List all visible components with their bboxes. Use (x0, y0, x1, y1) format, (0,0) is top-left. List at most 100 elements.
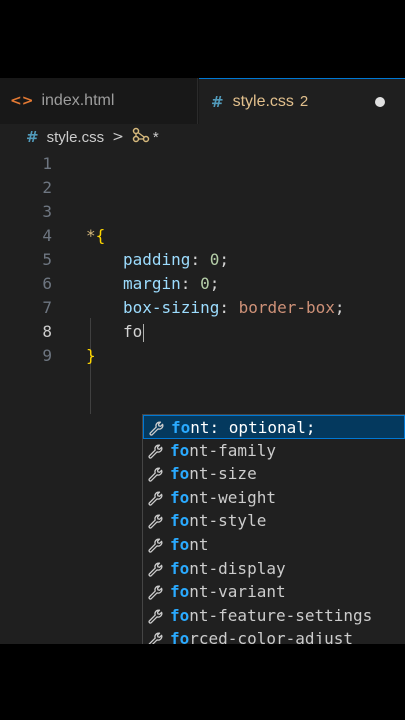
suggestion-rest: nt-family (189, 440, 276, 460)
suggestion-match: fo (170, 629, 190, 644)
suggestion-label: font-family (170, 439, 276, 463)
tab-bar: <> index.html # style.css 2 (0, 78, 405, 124)
code-line-current: 8 fo (0, 320, 405, 344)
suggestion-item[interactable]: font-size (143, 462, 405, 486)
wrench-icon (147, 561, 165, 577)
breadcrumb: # style.css > * (0, 124, 405, 150)
suggestion-label: font-weight (170, 486, 276, 510)
breadcrumb-file[interactable]: style.css (47, 129, 105, 146)
suggestion-label: font (170, 533, 209, 557)
code-line: 1 (0, 152, 405, 176)
suggestion-label: font-feature-settings (170, 604, 372, 628)
colon: : (190, 250, 210, 269)
code-line: 5 padding: 0; (0, 248, 405, 272)
suggestion-item[interactable]: font (143, 533, 405, 557)
css-value: 0 (200, 274, 210, 293)
code-text: fo (123, 320, 145, 344)
suggestion-item[interactable]: font-style (143, 509, 405, 533)
suggestion-rest: nt-feature-settings (189, 605, 373, 625)
css-file-icon: # (211, 92, 224, 111)
line-number: 8 (42, 322, 52, 341)
suggestion-match: fo (170, 511, 190, 531)
suggestion-rest: nt: optional; (190, 418, 316, 437)
code-line: 7 box-sizing: border-box; (0, 296, 405, 320)
suggestion-item[interactable]: font-display (143, 557, 405, 581)
line-number: 6 (42, 274, 52, 293)
suggestion-item[interactable]: font-feature-settings (143, 604, 405, 628)
code-text: *{ (86, 224, 105, 248)
suggestion-rest: nt (189, 535, 209, 554)
tab-label: style.css (232, 92, 294, 110)
css-file-icon: # (26, 128, 39, 146)
suggestion-item[interactable]: forced-color-adjust (143, 627, 405, 644)
tab-style-css[interactable]: # style.css 2 (199, 78, 405, 124)
close-brace: } (86, 346, 96, 365)
suggestion-item[interactable]: font: optional; (143, 415, 405, 439)
css-property: margin (123, 274, 181, 293)
suggestion-label: font-style (170, 509, 266, 533)
semicolon: ; (219, 250, 229, 269)
suggestion-match: fo (170, 558, 190, 578)
suggestion-match: fo (170, 440, 190, 460)
css-value: border-box (238, 298, 335, 317)
suggestion-match: fo (170, 464, 190, 484)
text-cursor (143, 323, 145, 342)
line-number: 9 (42, 346, 52, 365)
line-number: 7 (42, 298, 52, 317)
semicolon: ; (334, 298, 345, 317)
suggestion-match: fo (170, 605, 190, 625)
tab-index-html[interactable]: <> index.html (0, 78, 198, 124)
suggestion-match: fo (170, 535, 190, 554)
wrench-icon (147, 584, 165, 600)
line-number: 3 (42, 202, 52, 221)
css-value: 0 (209, 250, 220, 269)
typed-text: fo (123, 322, 143, 341)
wrench-icon (147, 537, 165, 553)
suggestion-label: font-display (170, 557, 286, 581)
wrench-icon (147, 513, 165, 530)
suggestion-rest: nt-size (189, 464, 257, 484)
chevron-right-icon: > (112, 129, 124, 145)
unsaved-dot-icon[interactable] (375, 97, 385, 107)
problems-badge: 2 (299, 93, 309, 110)
line-number: 1 (42, 154, 52, 173)
css-property: padding (123, 250, 191, 269)
code-area[interactable]: 1 2 3 4 *{ 5 padding: 0; 6 margin: 0; 7 … (0, 152, 405, 644)
wrench-icon (147, 631, 165, 644)
code-line: 3 (0, 200, 405, 224)
code-text: } (86, 344, 96, 368)
css-selector: * (86, 226, 96, 245)
colon: : (219, 298, 239, 317)
editor-window: <> index.html # style.css 2 # style.css … (0, 78, 405, 644)
selector-symbol-icon (132, 127, 150, 147)
suggestion-match: fo (171, 418, 191, 437)
line-number: 2 (42, 178, 52, 197)
suggestion-rest: nt-weight (189, 487, 276, 507)
tab-label: index.html (41, 92, 115, 109)
line-number: 5 (42, 250, 52, 269)
semicolon: ; (209, 274, 220, 293)
wrench-icon (148, 420, 166, 436)
wrench-icon (147, 608, 165, 624)
suggestion-label: forced-color-adjust (170, 627, 353, 644)
code-line: 6 margin: 0; (0, 272, 405, 296)
code-line: 9 } (0, 344, 405, 368)
suggestion-label: font-variant (170, 580, 286, 604)
code-text: padding: 0; (123, 248, 229, 272)
html-file-icon: <> (10, 93, 34, 109)
suggestion-match: fo (170, 582, 190, 602)
code-text: margin: 0; (123, 272, 219, 296)
code-text: box-sizing: border-box; (123, 296, 345, 320)
breadcrumb-symbol[interactable]: * (153, 129, 159, 146)
suggestion-widget: font: optional; font-family font-size font-… (142, 414, 405, 644)
code-line: 4 *{ (0, 224, 405, 248)
suggestion-rest: nt-variant (189, 582, 286, 602)
css-property: box-sizing (123, 298, 220, 317)
suggestion-rest: rced-color-adjust (189, 629, 354, 644)
wrench-icon (147, 466, 165, 482)
code-line: 2 (0, 176, 405, 200)
suggestion-item[interactable]: font-weight (143, 486, 405, 510)
suggestion-label: font: optional; (171, 416, 316, 440)
suggestion-item[interactable]: font-variant (143, 580, 405, 604)
suggestion-item[interactable]: font-family (143, 439, 405, 463)
